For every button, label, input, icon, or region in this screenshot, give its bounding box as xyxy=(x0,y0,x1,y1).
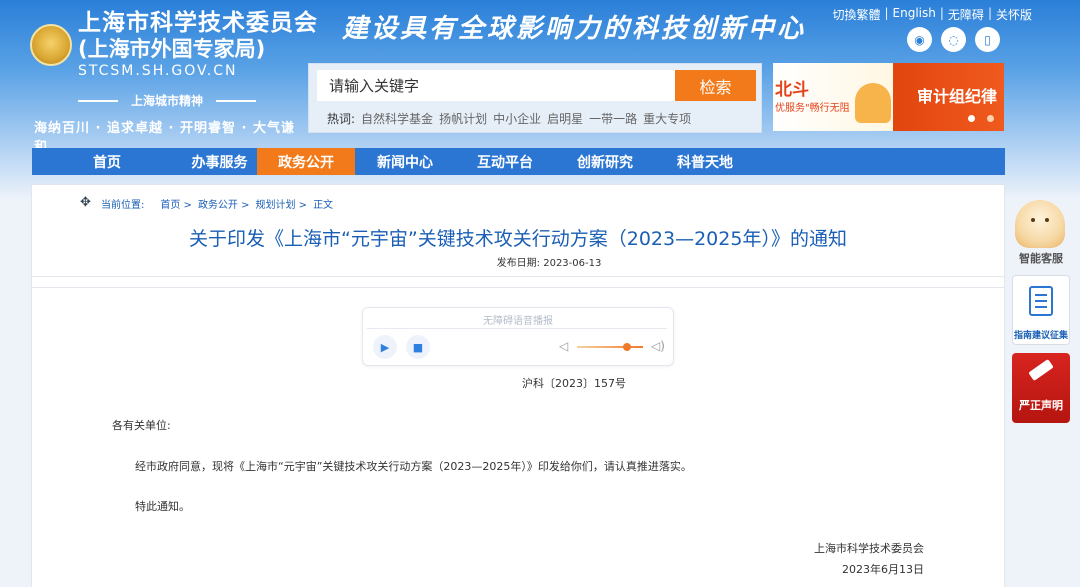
divider xyxy=(31,276,1005,277)
banner-dot[interactable] xyxy=(968,115,975,122)
breadcrumb-plans[interactable]: 规划计划 > xyxy=(256,196,308,211)
search-input[interactable]: 请输入关键字 xyxy=(317,70,675,101)
promo-banner[interactable]: 北斗 优服务"畅行无阻 审计组纪律 xyxy=(773,63,1004,131)
signature-date: 2023年6月13日 xyxy=(842,563,924,576)
signature-org: 上海市科学技术委员会 xyxy=(814,542,924,555)
closing-paragraph: 特此通知。 xyxy=(135,500,190,513)
player-title: 无障碍语音播报 xyxy=(483,316,553,327)
org-logo[interactable] xyxy=(30,24,72,66)
banner-left-sub: 优服务"畅行无阻 xyxy=(775,103,850,114)
slogan: 建设具有全球影响力的科技创新中心 xyxy=(342,14,807,44)
separator: | xyxy=(884,6,889,20)
hot-word[interactable]: 重大专项 xyxy=(643,110,691,127)
page-title: 关于印发《上海市“元宇宙”关键技术攻关行动方案（2023—2025年）》的通知 xyxy=(189,228,847,250)
guide-suggestion-widget[interactable]: 指南建议征集 xyxy=(1012,275,1070,345)
smart-service-label: 智能客服 xyxy=(1019,252,1063,265)
volume-low-icon[interactable]: ◁ xyxy=(559,339,568,353)
main-nav: 首页 办事服务 政务公开 新闻中心 互动平台 创新研究 科普天地 xyxy=(32,148,1005,175)
traditional-link[interactable]: 切換繁體 xyxy=(832,6,880,23)
nav-interaction[interactable]: 互动平台 xyxy=(455,148,555,175)
hot-word[interactable]: 扬帆计划 xyxy=(439,110,487,127)
nav-home[interactable]: 首页 xyxy=(32,148,182,175)
city-spirit: 上海城市精神 海纳百川 · 追求卓越 · 开明睿智 · 大气谦和 xyxy=(34,92,300,155)
hot-words: 热词: 自然科学基金 扬帆计划 中小企业 启明星 一带一路 重大专项 xyxy=(327,110,691,127)
divider xyxy=(31,287,1005,288)
mobile-icon[interactable]: ▯ xyxy=(975,27,1000,52)
statement-widget[interactable]: 严正声明 xyxy=(1012,353,1070,423)
breadcrumb-affairs[interactable]: 政务公开 > xyxy=(198,196,250,211)
breadcrumb: 当前位置: 首页 > 政务公开 > 规划计划 > 正文 xyxy=(80,195,334,212)
stop-icon[interactable]: ■ xyxy=(406,335,430,359)
volume-knob[interactable] xyxy=(622,343,631,351)
play-icon[interactable]: ▶ xyxy=(373,335,397,359)
org-name-line1: 上海市科学技术委员会 xyxy=(78,10,318,36)
elderly-mode-link[interactable]: 关怀版 xyxy=(996,6,1032,23)
nav-news[interactable]: 新闻中心 xyxy=(355,148,455,175)
location-icon xyxy=(80,195,92,210)
english-link[interactable]: English xyxy=(893,6,936,23)
wechat-icon[interactable]: ◌ xyxy=(941,27,966,52)
search-panel: 请输入关键字 检索 热词: 自然科学基金 扬帆计划 中小企业 启明星 一带一路 … xyxy=(308,63,762,133)
nav-innovation[interactable]: 创新研究 xyxy=(555,148,655,175)
publish-date: 发布日期: 2023-06-13 xyxy=(31,254,1067,269)
hot-word[interactable]: 自然科学基金 xyxy=(361,110,433,127)
robot-icon xyxy=(1015,200,1065,248)
smart-service-widget[interactable]: 智能客服 xyxy=(1012,200,1070,270)
banner-right-title: 审计组纪律 xyxy=(917,87,998,106)
org-name-line2: (上海市外国专家局) xyxy=(78,37,266,61)
breadcrumb-current: 正文 xyxy=(313,200,334,211)
gavel-icon xyxy=(1028,359,1054,381)
body-paragraph: 经市政府同意，现将《上海市“元宇宙”关键技术攻关行动方案（2023—2025年）… xyxy=(135,460,692,473)
audio-player: 无障碍语音播报 ▶ ■ ◁ ◁) xyxy=(362,307,674,366)
player-progress-track[interactable] xyxy=(367,328,667,329)
hot-word[interactable]: 一带一路 xyxy=(589,110,637,127)
hot-word[interactable]: 启明星 xyxy=(547,110,583,127)
publish-date-value: 2023-06-13 xyxy=(543,258,602,269)
banner-figure-image xyxy=(855,83,891,123)
guide-suggestion-label: 指南建议征集 xyxy=(1013,331,1068,341)
volume-high-icon[interactable]: ◁) xyxy=(651,339,665,353)
weibo-icon[interactable]: ◉ xyxy=(907,27,932,52)
top-links: 切換繁體 | English | 无障碍 | 关怀版 xyxy=(832,6,1032,23)
publish-date-label: 发布日期: xyxy=(496,258,541,269)
accessibility-link[interactable]: 无障碍 xyxy=(948,6,984,23)
banner-left-title: 北斗 xyxy=(775,80,809,100)
document-number: 沪科〔2023〕157号 xyxy=(522,377,626,390)
hot-words-label: 热词: xyxy=(327,112,356,126)
nav-government-affairs[interactable]: 政务公开 xyxy=(257,148,355,175)
nav-services[interactable]: 办事服务 xyxy=(182,148,257,175)
separator: | xyxy=(987,6,992,20)
document-icon xyxy=(1029,286,1053,316)
separator: | xyxy=(939,6,944,20)
breadcrumb-label: 当前位置: xyxy=(101,200,145,211)
org-name-block[interactable]: 上海市科学技术委员会 (上海市外国专家局) STCSM.SH.GOV.CN xyxy=(78,10,318,80)
search-button[interactable]: 检索 xyxy=(675,70,756,101)
banner-dot[interactable] xyxy=(987,115,994,122)
statement-label: 严正声明 xyxy=(1019,399,1063,412)
nav-science[interactable]: 科普天地 xyxy=(655,148,755,175)
salutation: 各有关单位: xyxy=(112,419,171,432)
breadcrumb-home[interactable]: 首页 > xyxy=(160,196,192,211)
social-icons: ◉ ◌ ▯ xyxy=(907,27,1000,52)
hot-word[interactable]: 中小企业 xyxy=(493,110,541,127)
city-spirit-title: 上海城市精神 xyxy=(34,92,300,109)
volume-slider[interactable] xyxy=(577,346,643,348)
org-domain: STCSM.SH.GOV.CN xyxy=(78,63,238,79)
